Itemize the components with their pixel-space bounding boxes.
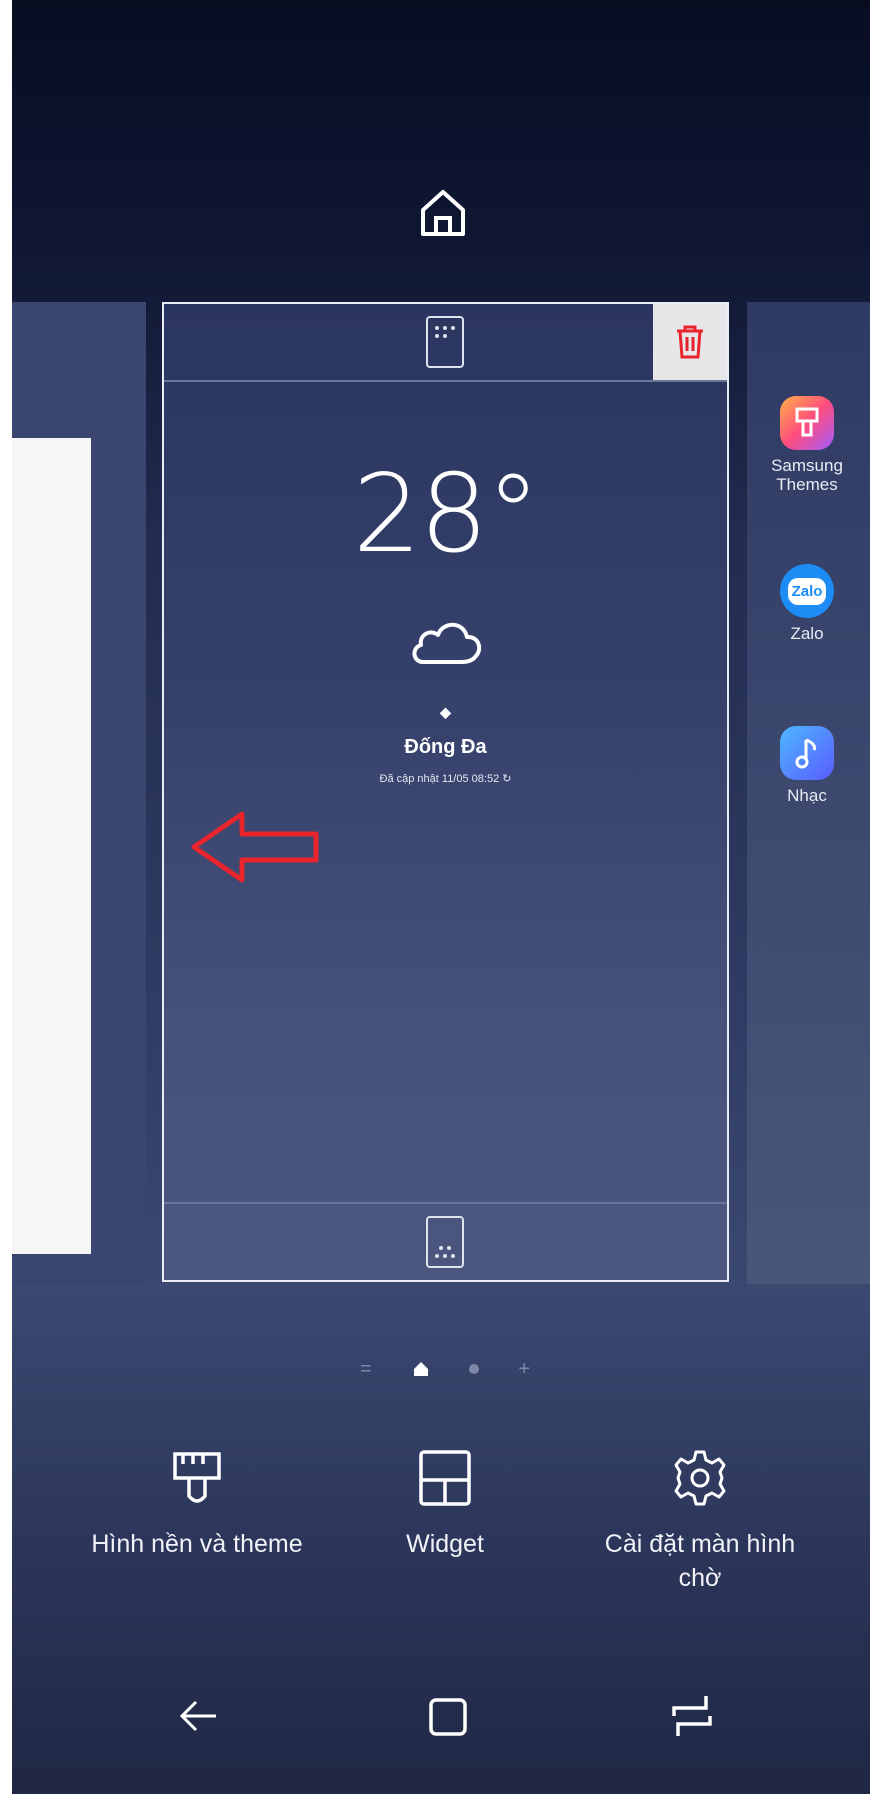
app-label: Samsung Themes — [771, 456, 843, 494]
home-button-icon[interactable] — [418, 1686, 478, 1746]
trash-icon — [677, 325, 703, 359]
back-arrow-icon[interactable] — [170, 1686, 230, 1746]
zalo-icon: Zalo — [780, 564, 834, 618]
updated-time[interactable]: Đã cập nhật 11/05 08:52 ↻ — [164, 772, 727, 785]
home-screen-settings-label: Cài đặt màn hình chờ — [604, 1530, 796, 1592]
recent-apps-icon[interactable] — [662, 1686, 722, 1746]
left-page-preview[interactable] — [12, 302, 146, 1284]
home-screen-settings-button[interactable]: Cài đặt màn hình chờ — [590, 1448, 810, 1595]
phone-grid-icon[interactable] — [425, 1216, 464, 1268]
page-indicators: = + — [360, 1354, 530, 1384]
gear-icon — [674, 1450, 726, 1506]
widget-grid-icon — [419, 1450, 471, 1506]
temperature: 28° — [352, 452, 540, 577]
right-page-preview[interactable]: Samsung Themes Zalo Zalo Nhạc — [747, 302, 870, 1284]
app-zalo[interactable]: Zalo Zalo — [757, 564, 857, 643]
page-bottom-bar — [164, 1202, 727, 1280]
music-note-icon — [780, 726, 834, 780]
widget-label: Widget — [406, 1530, 484, 1558]
app-label: Nhạc — [787, 786, 827, 805]
location-name[interactable]: Đống Đa — [164, 736, 727, 759]
current-home-page[interactable]: 28° ◆ Đống Đa Đã cập nhật 11/05 08:52 ↻ — [162, 302, 729, 1282]
home-dot-icon[interactable] — [411, 1359, 431, 1379]
annotation-arrow — [191, 811, 319, 883]
app-label: Zalo — [790, 624, 824, 643]
cloud-icon — [412, 622, 482, 664]
page-top-bar — [164, 304, 727, 382]
refresh-icon[interactable]: ↻ — [502, 773, 511, 785]
widget-button[interactable]: Widget — [385, 1448, 505, 1561]
menu-lines-icon[interactable]: = — [360, 1358, 372, 1381]
app-nhac[interactable]: Nhạc — [757, 726, 857, 805]
screen-edge — [0, 0, 12, 1794]
wallpapers-themes-label: Hình nền và theme — [91, 1530, 303, 1558]
wallpapers-themes-button[interactable]: Hình nền và theme — [84, 1448, 310, 1561]
phone-grid-icon[interactable] — [425, 316, 464, 368]
samsung-themes-icon — [780, 396, 834, 450]
app-samsung-themes[interactable]: Samsung Themes — [757, 396, 857, 494]
left-page-card — [12, 438, 91, 1254]
paint-brush-icon — [173, 1452, 221, 1503]
add-page-icon[interactable]: + — [518, 1358, 530, 1381]
page-dot[interactable] — [469, 1364, 480, 1374]
home-page-icon[interactable] — [418, 186, 468, 238]
location-pin-icon: ◆ — [440, 704, 451, 720]
delete-page-button[interactable] — [653, 304, 727, 380]
